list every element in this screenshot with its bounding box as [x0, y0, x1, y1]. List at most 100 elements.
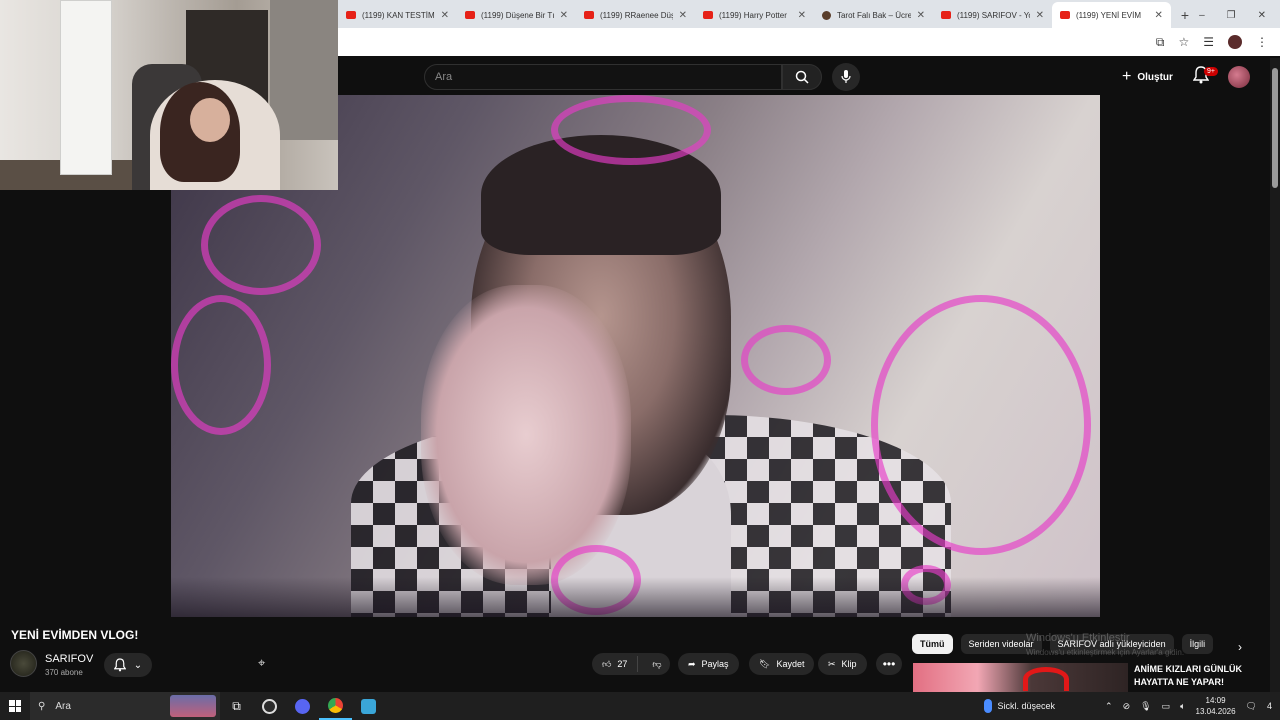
search-icon — [795, 70, 809, 84]
notification-count: 4 — [1266, 701, 1272, 711]
thumbnail-arrow — [1023, 667, 1069, 691]
new-tab-button[interactable]: + — [1171, 2, 1199, 28]
recommended-thumbnail[interactable] — [913, 663, 1128, 692]
weather-widget[interactable]: Sickl. düşecek — [983, 699, 1055, 713]
activation-watermark-sub: Windows'u etkinleştirmek için Ayarlar'a … — [1026, 648, 1185, 657]
channel-name[interactable]: SARIFOV — [45, 653, 93, 665]
taskbar-app-chrome[interactable] — [319, 692, 352, 720]
youtube-icon — [584, 11, 594, 19]
mouse-cursor-icon: ⌖ — [258, 655, 266, 670]
channel-avatar[interactable] — [10, 650, 37, 677]
close-window-button[interactable]: ✕ — [1258, 10, 1266, 21]
volume-icon[interactable]: 🔈︎ — [1180, 701, 1185, 712]
close-icon[interactable]: ✕ — [1155, 10, 1163, 21]
tab-dusene-bir[interactable]: (1199) Düşene Bir Tı ✕ — [457, 2, 576, 28]
microphone-icon[interactable]: 🎙︎ — [1140, 701, 1151, 712]
minimize-button[interactable]: – — [1199, 10, 1205, 21]
bookmark-star-icon[interactable]: ☆ — [1178, 35, 1189, 49]
scrollbar-thumb[interactable] — [1272, 68, 1278, 188]
start-button[interactable] — [0, 692, 30, 720]
bell-icon — [113, 658, 126, 672]
tab-harry-potter[interactable]: (1199) Harry Potter ✕ — [695, 2, 814, 28]
tab-label: Tarot Falı Bak – Ücre — [836, 10, 911, 20]
notification-badge: 9+ — [1204, 67, 1218, 76]
tab-kan-testim[interactable]: (1199) KAN TESTİM ✕ — [338, 2, 457, 28]
bookmark-icon: 🔖︎ — [759, 658, 771, 669]
recommended-title[interactable]: ANİME KIZLARI GÜNLÜK HAYATTA NE YAPAR! — [1134, 663, 1264, 689]
close-icon[interactable]: ✕ — [441, 10, 449, 21]
clip-button[interactable]: ✂ Klip — [818, 653, 867, 675]
tab-yeni-evim[interactable]: (1199) YENİ EVİM ✕ — [1051, 2, 1171, 28]
tab-rraenee[interactable]: (1199) RRaenee Düş ✕ — [576, 2, 695, 28]
webcam-overlay — [0, 0, 338, 190]
install-app-icon[interactable]: ⧉ — [1156, 35, 1165, 50]
maximize-button[interactable]: ❐ — [1227, 10, 1236, 21]
webcam-face — [190, 98, 230, 142]
taskbar-search-label: Ara — [55, 700, 71, 712]
window-controls: – ❐ ✕ — [1199, 2, 1280, 28]
system-tray: Sickl. düşecek ⌃ ⊘ 🎙︎ ▭ 🔈︎ 14:09 13.04.2… — [983, 695, 1280, 717]
heart-overlay — [551, 95, 711, 165]
tab-label: (1199) KAN TESTİM — [362, 10, 435, 20]
microphone-icon — [841, 70, 851, 83]
webcam-fridge — [60, 0, 112, 175]
thumbs-up-icon: 👍︎ — [602, 658, 612, 669]
subscription-bell-button[interactable]: ⌄ — [104, 653, 152, 677]
notification-center-icon[interactable]: 🗨︎ — [1246, 701, 1257, 712]
video-bottom-gradient — [171, 577, 1100, 617]
close-icon[interactable]: ✕ — [560, 10, 568, 21]
share-label: Paylaş — [701, 659, 729, 669]
like-count: 27 — [617, 659, 628, 669]
share-button[interactable]: ➦ Paylaş — [678, 653, 739, 675]
more-actions-button[interactable]: ••• — [876, 653, 902, 675]
youtube-icon — [346, 11, 356, 19]
close-icon[interactable]: ✕ — [917, 10, 925, 21]
clock-time: 14:09 — [1205, 696, 1226, 705]
account-avatar[interactable] — [1228, 66, 1250, 88]
voice-search-button[interactable] — [832, 63, 860, 91]
display-icon[interactable]: ▭ — [1162, 701, 1171, 712]
page-scrollbar[interactable] — [1270, 58, 1280, 692]
close-icon[interactable]: ✕ — [1036, 10, 1044, 21]
close-icon[interactable]: ✕ — [679, 10, 687, 21]
youtube-icon — [1059, 11, 1070, 19]
chip-all[interactable]: Tümü — [912, 634, 953, 654]
search-input[interactable]: Ara — [424, 64, 782, 90]
taskbar-clock[interactable]: 14:09 13.04.2026 — [1196, 695, 1236, 717]
taskbar-search[interactable]: ⚲ Ara — [30, 692, 220, 720]
chevron-up-icon[interactable]: ⌃ — [1105, 701, 1113, 712]
dislike-button[interactable]: 👎︎ — [644, 659, 669, 670]
profile-avatar[interactable] — [1228, 35, 1242, 49]
create-button[interactable]: + Oluştur — [1122, 66, 1173, 88]
chevron-right-icon[interactable]: › — [1238, 640, 1242, 654]
tarot-icon — [821, 10, 831, 20]
heart-overlay — [201, 195, 321, 295]
close-icon[interactable]: ✕ — [798, 10, 806, 21]
network-off-icon[interactable]: ⊘ — [1123, 701, 1131, 712]
tab-tarot[interactable]: Tarot Falı Bak – Ücre ✕ — [814, 2, 933, 28]
clock-date: 13.04.2026 — [1195, 707, 1236, 716]
youtube-icon — [940, 11, 951, 19]
tab-label: (1199) Harry Potter — [719, 10, 787, 20]
tab-label: (1199) RRaenee Düş — [600, 10, 673, 20]
webcam-shelf — [270, 0, 338, 140]
thumbs-down-icon: 👎︎ — [652, 658, 662, 669]
taskbar-app-obs[interactable] — [253, 692, 286, 720]
chip-related[interactable]: İlgili — [1181, 634, 1214, 654]
search-highlight-image — [170, 695, 216, 717]
save-button[interactable]: 🔖︎ Kaydet — [749, 653, 815, 675]
tab-sarifov[interactable]: (1199) SARIFOV - Yo ✕ — [933, 2, 1052, 28]
taskbar-app-discord[interactable] — [286, 692, 319, 720]
youtube-icon — [465, 11, 475, 19]
video-frame-hand — [421, 285, 631, 585]
browser-menu-icon[interactable]: ⋮ — [1256, 35, 1268, 49]
tab-label: (1199) YENİ EVİM — [1075, 10, 1142, 20]
media-control-icon[interactable]: ☰ — [1203, 35, 1214, 49]
taskbar-app-settings[interactable] — [352, 692, 385, 720]
like-dislike-group: 👍︎ 27 👎︎ — [592, 653, 670, 675]
address-bar: ⧉ ☆ ☰ ⋮ — [338, 28, 1280, 56]
task-view-button[interactable]: ⧉ — [220, 692, 253, 720]
like-button[interactable]: 👍︎ 27 — [592, 656, 639, 672]
obs-icon — [262, 698, 277, 714]
search-button[interactable] — [782, 64, 822, 90]
